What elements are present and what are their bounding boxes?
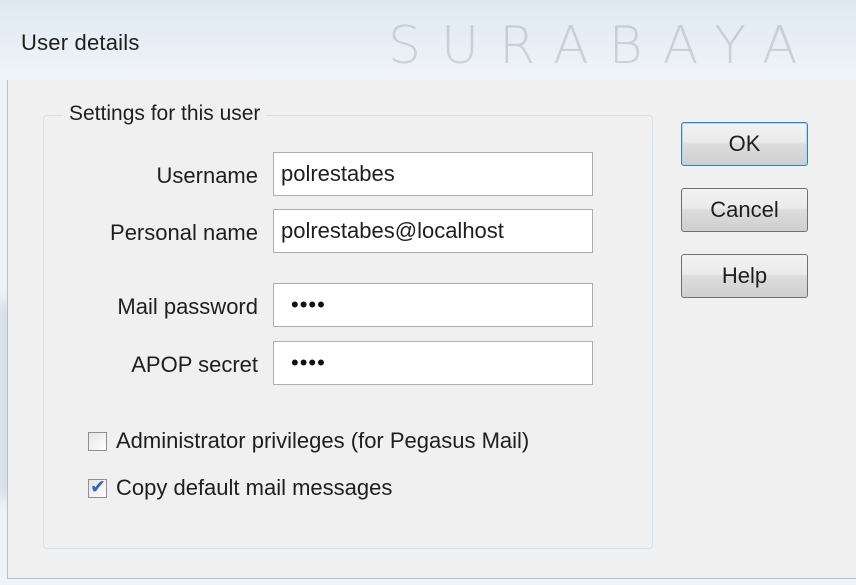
- ok-button[interactable]: OK: [681, 122, 808, 166]
- apop-secret-mask: ••••: [291, 350, 326, 375]
- watermark-text: SURABAYA: [388, 16, 818, 76]
- personal-name-label: Personal name: [110, 220, 258, 245]
- username-input[interactable]: [273, 152, 593, 196]
- mail-password-input[interactable]: ••••: [273, 283, 593, 327]
- user-details-dialog: Settings for this user Username Personal…: [7, 80, 856, 579]
- cancel-button[interactable]: Cancel: [681, 188, 808, 232]
- apop-secret-label: APOP secret: [131, 352, 258, 377]
- checkmark-icon: ✔: [90, 476, 106, 498]
- help-button[interactable]: Help: [681, 254, 808, 298]
- mail-password-label: Mail password: [117, 294, 258, 319]
- apop-secret-input[interactable]: ••••: [273, 341, 593, 385]
- settings-group-label: Settings for this user: [63, 102, 267, 126]
- copy-default-checkbox[interactable]: ✔: [88, 476, 107, 498]
- copy-default-label: Copy default mail messages: [116, 475, 393, 500]
- admin-privileges-label: Administrator privileges (for Pegasus Ma…: [116, 428, 530, 453]
- mail-password-mask: ••••: [291, 292, 326, 317]
- window-title: User details: [21, 30, 140, 55]
- personal-name-input[interactable]: [273, 209, 593, 253]
- admin-privileges-checkbox[interactable]: [88, 432, 107, 451]
- username-label: Username: [156, 163, 258, 188]
- title-bar: User details SURABAYA: [0, 0, 856, 80]
